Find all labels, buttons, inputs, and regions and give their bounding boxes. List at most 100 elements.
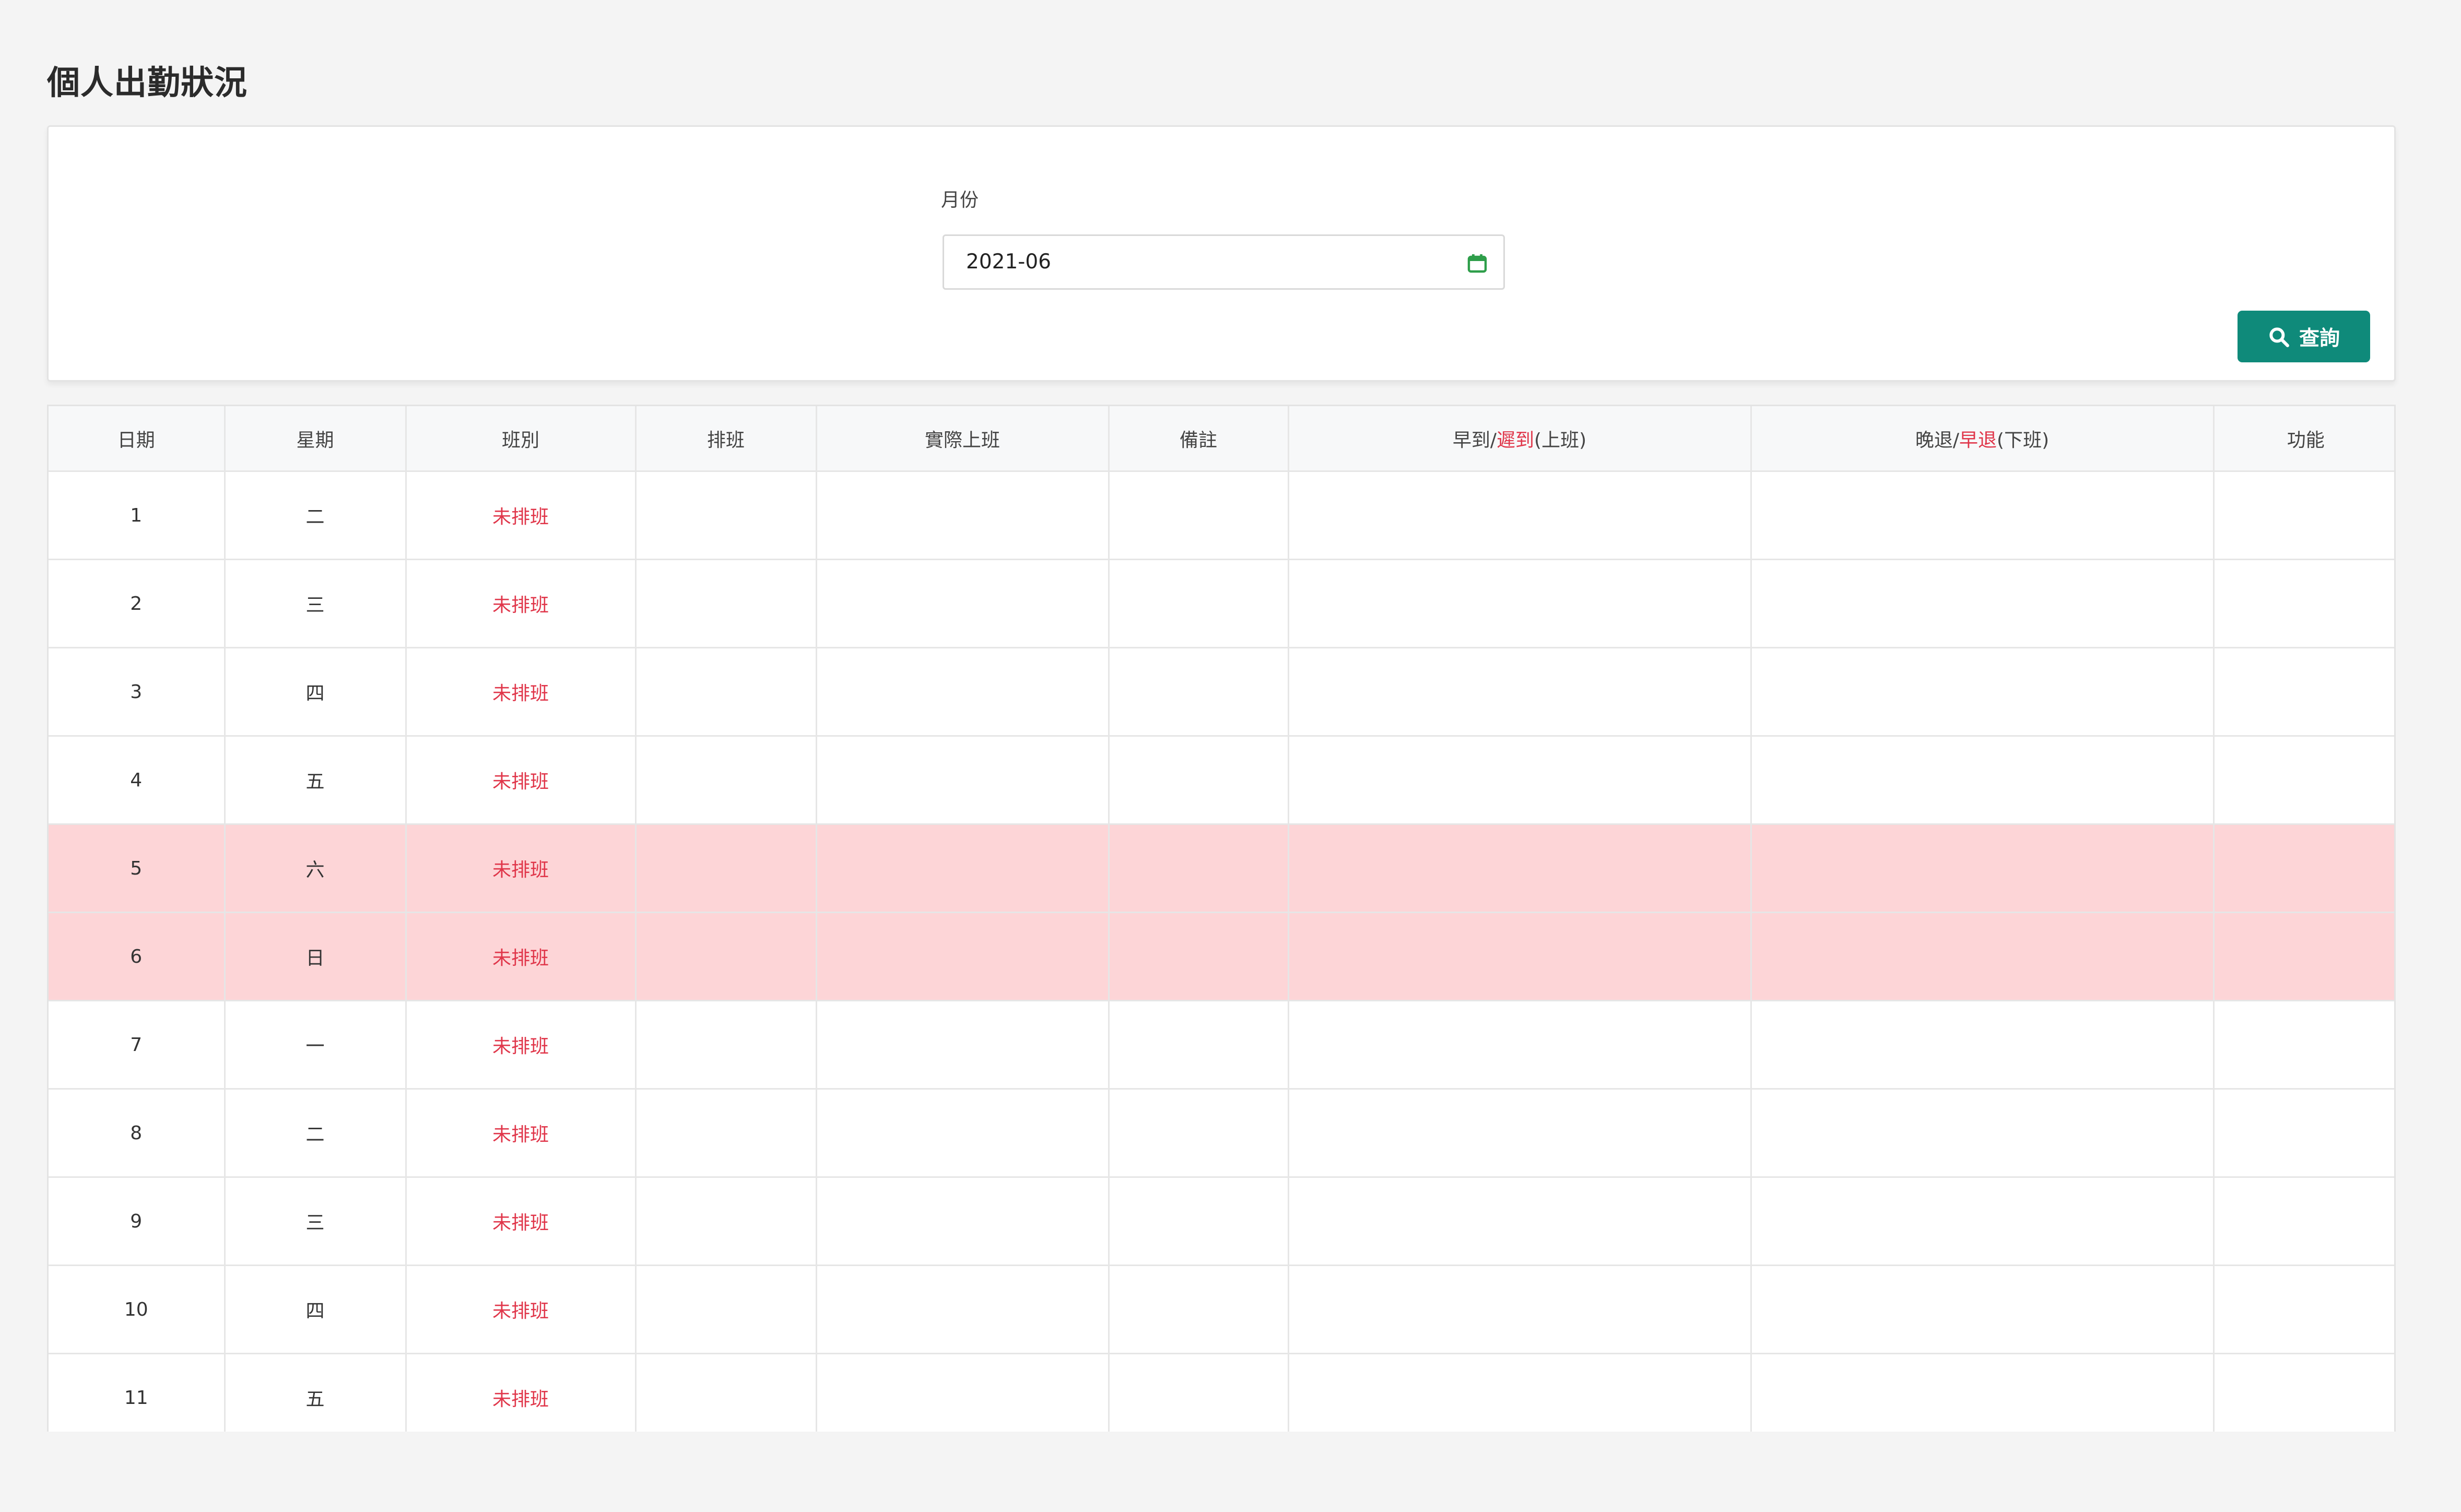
cell-remark (1109, 736, 1289, 825)
cell-schedule (635, 1000, 817, 1090)
page-title: 個人出勤狀況 (47, 64, 248, 102)
cell-date: 5 (49, 824, 226, 913)
cell-remark (1109, 1089, 1289, 1178)
cell-weekday: 五 (225, 1353, 407, 1432)
cell-weekday: 三 (225, 559, 407, 648)
table-row: 5 六未排班 (49, 824, 2394, 913)
cell-late-early-out (1751, 1353, 2215, 1432)
header-late-early-out: 晚退/早退(下班) (1751, 406, 2215, 472)
header-date: 日期 (49, 406, 226, 472)
cell-early-late-in (1288, 559, 1752, 648)
cell-early-late-in (1288, 647, 1752, 737)
cell-function (2213, 1089, 2394, 1178)
search-button-label: 查詢 (2299, 326, 2340, 350)
header-early-late-in: 早到/遲到(上班) (1288, 406, 1752, 472)
cell-schedule (635, 824, 817, 913)
cell-schedule (635, 1265, 817, 1354)
cell-function (2213, 1177, 2394, 1266)
cell-date: 9 (49, 1177, 226, 1266)
filter-card: 月份 2021-06 查詢 (47, 125, 2396, 382)
cell-function (2213, 1353, 2394, 1432)
attendance-table: 日期 星期 班別 排班 實際上班 備註 早到/遲到(上班) 晚退/早退(下班) … (47, 405, 2396, 1432)
cell-remark (1109, 1265, 1289, 1354)
cell-function (2213, 736, 2394, 825)
cell-function (2213, 471, 2394, 560)
header-function: 功能 (2213, 406, 2394, 472)
cell-late-early-out (1751, 1265, 2215, 1354)
cell-shift: 未排班 (406, 1089, 637, 1178)
table-row: 4 五未排班 (49, 736, 2394, 825)
cell-weekday: 四 (225, 647, 407, 737)
table-row: 7 一未排班 (49, 1000, 2394, 1090)
table-row: 11 五未排班 (49, 1353, 2394, 1432)
cell-remark (1109, 471, 1289, 560)
cell-schedule (635, 1353, 817, 1432)
cell-schedule (635, 736, 817, 825)
cell-early-late-in (1288, 1177, 1752, 1266)
cell-date: 10 (49, 1265, 226, 1354)
cell-shift: 未排班 (406, 912, 637, 1001)
cell-weekday: 四 (225, 1265, 407, 1354)
table-row: 3 四未排班 (49, 647, 2394, 737)
cell-date: 8 (49, 1089, 226, 1178)
cell-weekday: 五 (225, 736, 407, 825)
header-schedule: 排班 (635, 406, 817, 472)
cell-date: 6 (49, 912, 226, 1001)
cell-date: 7 (49, 1000, 226, 1090)
cell-shift: 未排班 (406, 1177, 637, 1266)
cell-actual (816, 1353, 1110, 1432)
cell-weekday: 二 (225, 1089, 407, 1178)
cell-actual (816, 471, 1110, 560)
cell-shift: 未排班 (406, 1265, 637, 1354)
cell-actual (816, 1265, 1110, 1354)
header-early-prefix: 早到/ (1452, 429, 1497, 451)
header-remark: 備註 (1109, 406, 1289, 472)
cell-remark (1109, 1177, 1289, 1266)
cell-date: 2 (49, 559, 226, 648)
cell-date: 3 (49, 647, 226, 737)
cell-function (2213, 912, 2394, 1001)
cell-early-late-in (1288, 1353, 1752, 1432)
cell-date: 1 (49, 471, 226, 560)
cell-late-early-out (1751, 1177, 2215, 1266)
cell-date: 11 (49, 1353, 226, 1432)
cell-weekday: 一 (225, 1000, 407, 1090)
cell-remark (1109, 824, 1289, 913)
header-actual: 實際上班 (816, 406, 1110, 472)
cell-shift: 未排班 (406, 471, 637, 560)
cell-actual (816, 647, 1110, 737)
cell-remark (1109, 1353, 1289, 1432)
table-row: 1 二未排班 (49, 471, 2394, 560)
cell-schedule (635, 912, 817, 1001)
cell-function (2213, 1000, 2394, 1090)
header-late-red: 早退 (1959, 429, 1997, 451)
cell-shift: 未排班 (406, 1000, 637, 1090)
header-weekday: 星期 (225, 406, 407, 472)
cell-actual (816, 824, 1110, 913)
cell-remark (1109, 912, 1289, 1001)
cell-late-early-out (1751, 1000, 2215, 1090)
cell-actual (816, 736, 1110, 825)
cell-late-early-out (1751, 647, 2215, 737)
cell-function (2213, 647, 2394, 737)
cell-schedule (635, 1177, 817, 1266)
cell-schedule (635, 559, 817, 648)
cell-shift: 未排班 (406, 1353, 637, 1432)
table-row: 9 三未排班 (49, 1177, 2394, 1266)
month-input[interactable]: 2021-06 (943, 234, 1505, 290)
header-early-suffix: (上班) (1534, 429, 1587, 451)
cell-early-late-in (1288, 736, 1752, 825)
cell-actual (816, 1089, 1110, 1178)
cell-late-early-out (1751, 1089, 2215, 1178)
month-label: 月份 (941, 190, 979, 211)
cell-actual (816, 559, 1110, 648)
search-button[interactable]: 查詢 (2238, 311, 2370, 362)
cell-late-early-out (1751, 736, 2215, 825)
cell-function (2213, 824, 2394, 913)
cell-shift: 未排班 (406, 559, 637, 648)
table-row: 6 日未排班 (49, 912, 2394, 1001)
cell-early-late-in (1288, 824, 1752, 913)
header-late-suffix: (下班) (1997, 429, 2050, 451)
table-body: 1 二未排班 2 三未排班 3 四未排班 4 五未排班 5 六未排班 6 日未排班 7 一未排班 8 二未排班… (49, 471, 2394, 1432)
calendar-icon[interactable] (1467, 253, 1488, 274)
